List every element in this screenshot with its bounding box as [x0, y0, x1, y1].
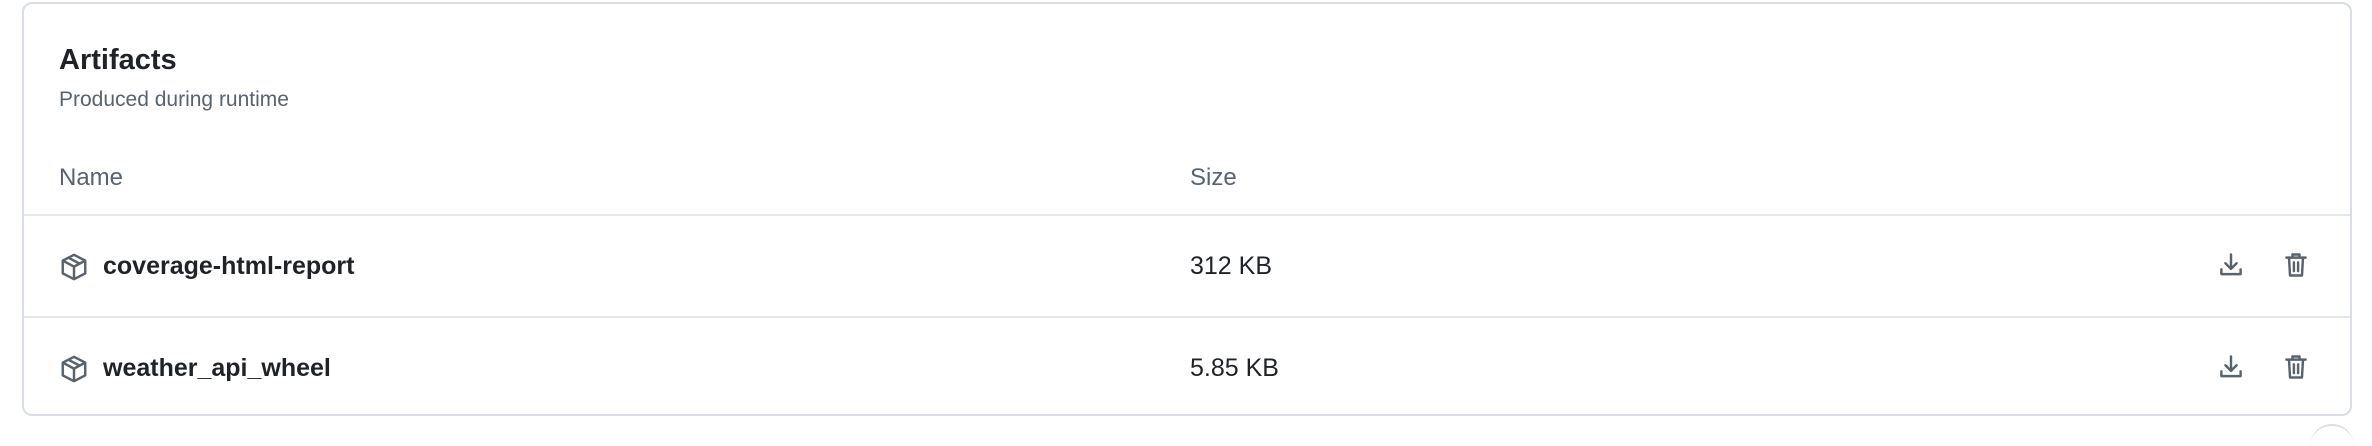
table-row: coverage-html-report 312 KB	[24, 216, 2350, 318]
delete-button[interactable]	[2275, 246, 2317, 288]
trash-icon	[2282, 353, 2310, 386]
panel-title: Artifacts	[59, 44, 177, 76]
column-header-size: Size	[1190, 164, 1237, 191]
column-header-name: Name	[59, 164, 124, 191]
artifacts-panel: Artifacts Produced during runtime Name S…	[22, 2, 2352, 416]
artifacts-header: Artifacts Produced during runtime	[24, 4, 2350, 124]
panel-subtitle: Produced during runtime	[59, 88, 289, 111]
artifact-name[interactable]: coverage-html-report	[103, 249, 354, 283]
scroll-edge-hint	[2310, 424, 2354, 446]
download-button[interactable]	[2210, 246, 2252, 288]
table-row: weather_api_wheel 5.85 KB	[24, 318, 2350, 414]
artifact-name[interactable]: weather_api_wheel	[103, 351, 331, 385]
artifact-size: 5.85 KB	[1190, 354, 1279, 382]
download-icon	[2217, 353, 2245, 386]
artifact-size: 312 KB	[1190, 252, 1273, 280]
table-header: Name Size	[24, 144, 2350, 216]
download-icon	[2217, 251, 2245, 284]
delete-button[interactable]	[2275, 348, 2317, 390]
package-icon	[59, 354, 89, 384]
trash-icon	[2282, 251, 2310, 284]
download-button[interactable]	[2210, 348, 2252, 390]
package-icon	[59, 252, 89, 282]
